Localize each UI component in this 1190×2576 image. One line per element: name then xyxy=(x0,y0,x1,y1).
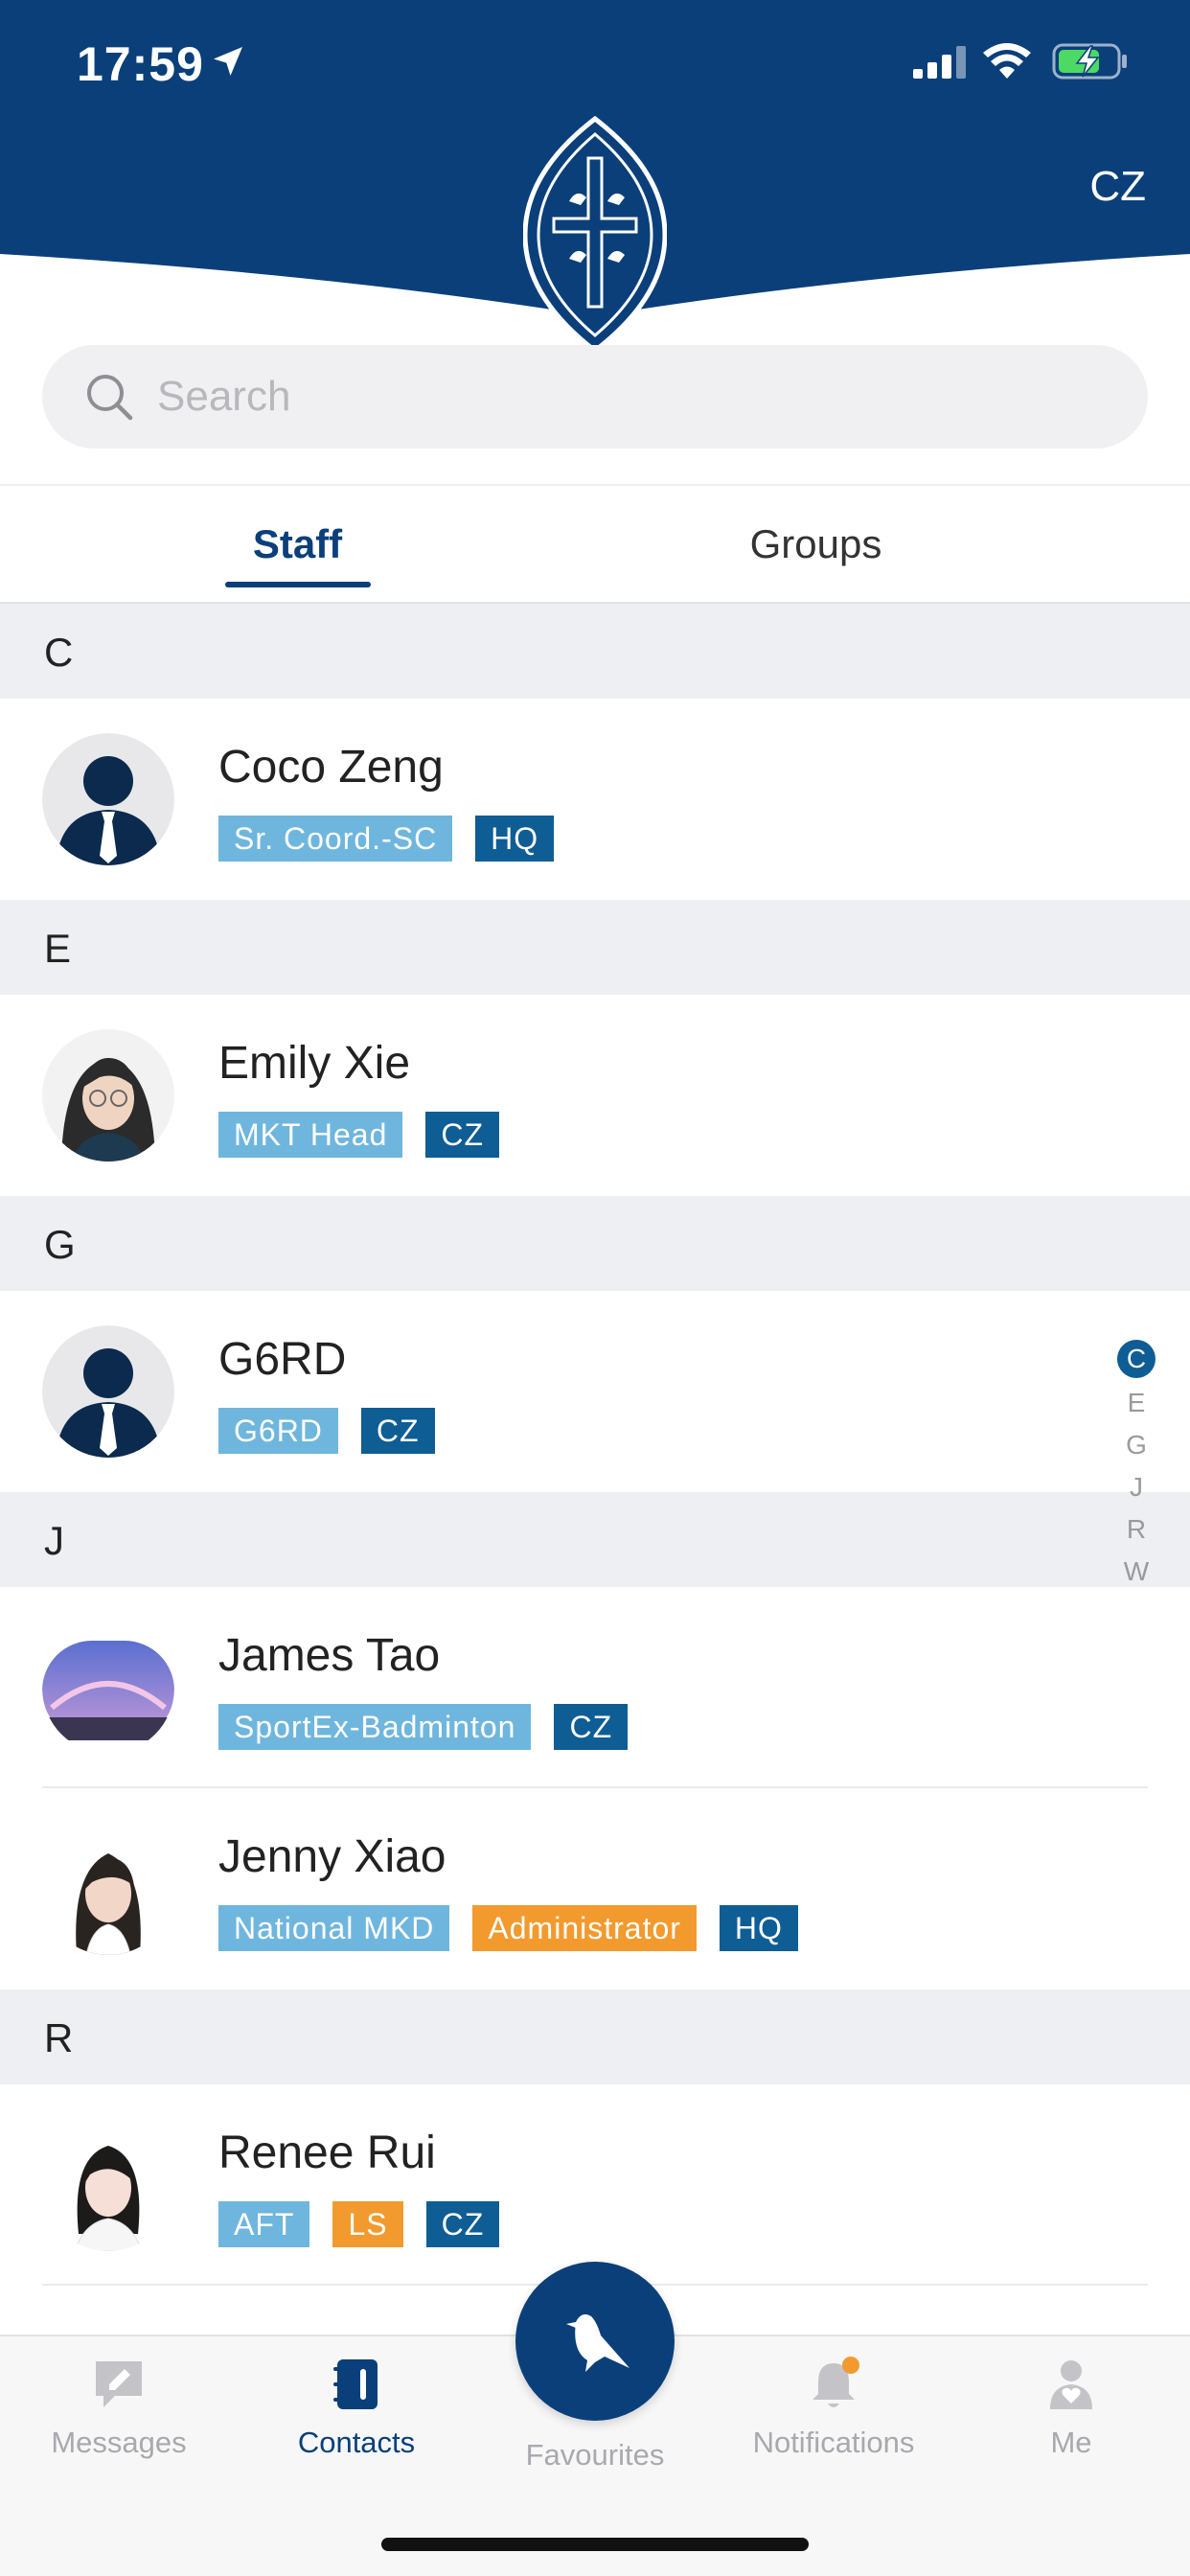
contact-name: G6RD xyxy=(218,1334,347,1385)
avatar xyxy=(42,733,174,865)
avatar xyxy=(42,1622,174,1754)
location-tag: CZ xyxy=(554,1704,629,1750)
avatar xyxy=(42,2119,174,2251)
tab-me-label: Me xyxy=(1050,2426,1092,2459)
alphabet-index[interactable]: C E G J R W xyxy=(1115,1340,1157,1593)
profile-photo xyxy=(42,1622,174,1754)
search-input[interactable] xyxy=(157,362,1096,431)
tab-favourites-label: Favourites xyxy=(525,2438,665,2472)
index-letter-r[interactable]: R xyxy=(1115,1508,1157,1551)
index-letter-g[interactable]: G xyxy=(1115,1424,1157,1466)
contact-tags: MKT Head CZ xyxy=(218,1112,500,1158)
contact-tags: SportEx-Badminton CZ xyxy=(218,1704,629,1750)
role-tag: National MKD xyxy=(218,1905,450,1951)
contacts-book-icon xyxy=(333,2359,378,2409)
role-tag: SportEx-Badminton xyxy=(218,1704,532,1750)
index-letter-e[interactable]: E xyxy=(1115,1382,1157,1424)
location-arrow-icon xyxy=(214,47,242,76)
contact-row[interactable]: Jenny Xiao National MKD Administrator HQ xyxy=(0,1788,1190,1990)
avatar xyxy=(42,1325,174,1458)
index-letter-w[interactable]: W xyxy=(1115,1551,1157,1593)
role-tag-secondary: LS xyxy=(332,2201,403,2247)
tab-groups[interactable]: Groups xyxy=(595,486,1190,604)
contact-tags: AFT LS CZ xyxy=(218,2201,500,2247)
contact-row[interactable]: Renee Rui AFT LS CZ xyxy=(0,2084,1190,2286)
notification-dot xyxy=(842,2357,859,2374)
contact-row[interactable]: James Tao SportEx-Badminton CZ xyxy=(0,1587,1190,1788)
tab-me[interactable]: Me xyxy=(952,2356,1190,2460)
bell-icon xyxy=(812,2357,859,2407)
location-tag: CZ xyxy=(360,1408,435,1454)
location-tag: CZ xyxy=(425,2201,500,2247)
active-tab-indicator xyxy=(225,582,371,587)
contact-name: Jenny Xiao xyxy=(218,1831,446,1882)
section-header-r: R xyxy=(0,1990,1190,2084)
tab-contacts[interactable]: Contacts xyxy=(238,2356,475,2460)
contact-tags: National MKD Administrator HQ xyxy=(218,1905,798,1951)
contact-name: Renee Rui xyxy=(218,2128,436,2178)
tab-staff[interactable]: Staff xyxy=(0,486,595,604)
index-letter-j[interactable]: J xyxy=(1115,1466,1157,1508)
role-tag: AFT xyxy=(218,2201,310,2247)
section-header-j: J xyxy=(0,1492,1190,1587)
role-tag: MKT Head xyxy=(218,1112,403,1158)
tab-notifications-label: Notifications xyxy=(752,2426,915,2459)
wifi-icon xyxy=(983,43,1031,79)
avatar xyxy=(42,1029,174,1162)
contact-row[interactable]: G6RD G6RD CZ xyxy=(0,1291,1190,1492)
school-crest-logo xyxy=(523,115,667,355)
app-header: 17:59 CZ xyxy=(0,0,1190,355)
tab-groups-label: Groups xyxy=(749,521,882,566)
contact-tags: Sr. Coord.-SC HQ xyxy=(218,816,555,862)
location-tag: HQ xyxy=(475,816,555,862)
profile-photo xyxy=(42,1029,174,1162)
profile-photo xyxy=(42,2119,174,2251)
contact-name: Coco Zeng xyxy=(218,742,444,793)
favourites-button[interactable] xyxy=(515,2262,675,2421)
index-letter-c[interactable]: C xyxy=(1117,1340,1156,1378)
contact-tags: G6RD CZ xyxy=(218,1408,435,1454)
profile-photo xyxy=(42,1823,174,1955)
location-tag: CZ xyxy=(425,1112,500,1158)
default-person-icon xyxy=(42,733,174,865)
avatar xyxy=(42,1823,174,1955)
search-bar[interactable] xyxy=(42,345,1148,448)
role-tag: G6RD xyxy=(218,1408,338,1454)
profile-heart-icon xyxy=(1050,2360,1092,2409)
tab-contacts-label: Contacts xyxy=(297,2426,416,2459)
home-indicator xyxy=(381,2538,809,2551)
default-person-icon xyxy=(42,1325,174,1458)
tab-messages[interactable]: Messages xyxy=(0,2356,238,2460)
section-header-g: G xyxy=(0,1196,1190,1291)
contact-name: James Tao xyxy=(218,1630,441,1681)
tab-messages-label: Messages xyxy=(51,2426,187,2459)
contact-row[interactable]: Coco Zeng Sr. Coord.-SC HQ xyxy=(0,699,1190,900)
admin-tag: Administrator xyxy=(472,1905,697,1951)
contact-row[interactable]: Emily Xie MKT Head CZ xyxy=(0,995,1190,1196)
role-tag: Sr. Coord.-SC xyxy=(218,816,453,862)
battery-charging-icon xyxy=(1052,43,1127,80)
tab-staff-label: Staff xyxy=(252,521,343,566)
campus-code[interactable]: CZ xyxy=(1089,163,1146,211)
cellular-signal-icon xyxy=(913,46,966,79)
contact-list: C Coco Zeng Sr. Coord.-SC HQ E Emily Xie… xyxy=(0,604,1190,2286)
search-icon xyxy=(87,375,133,421)
bird-icon xyxy=(566,2314,629,2372)
messages-icon xyxy=(96,2361,142,2407)
section-header-c: C xyxy=(0,604,1190,699)
status-time: 17:59 xyxy=(77,37,204,91)
contact-name: Emily Xie xyxy=(218,1038,411,1089)
location-tag: HQ xyxy=(719,1905,798,1951)
section-header-e: E xyxy=(0,900,1190,995)
tab-notifications[interactable]: Notifications xyxy=(715,2356,952,2460)
segment-tabs: Staff Groups xyxy=(0,484,1190,604)
